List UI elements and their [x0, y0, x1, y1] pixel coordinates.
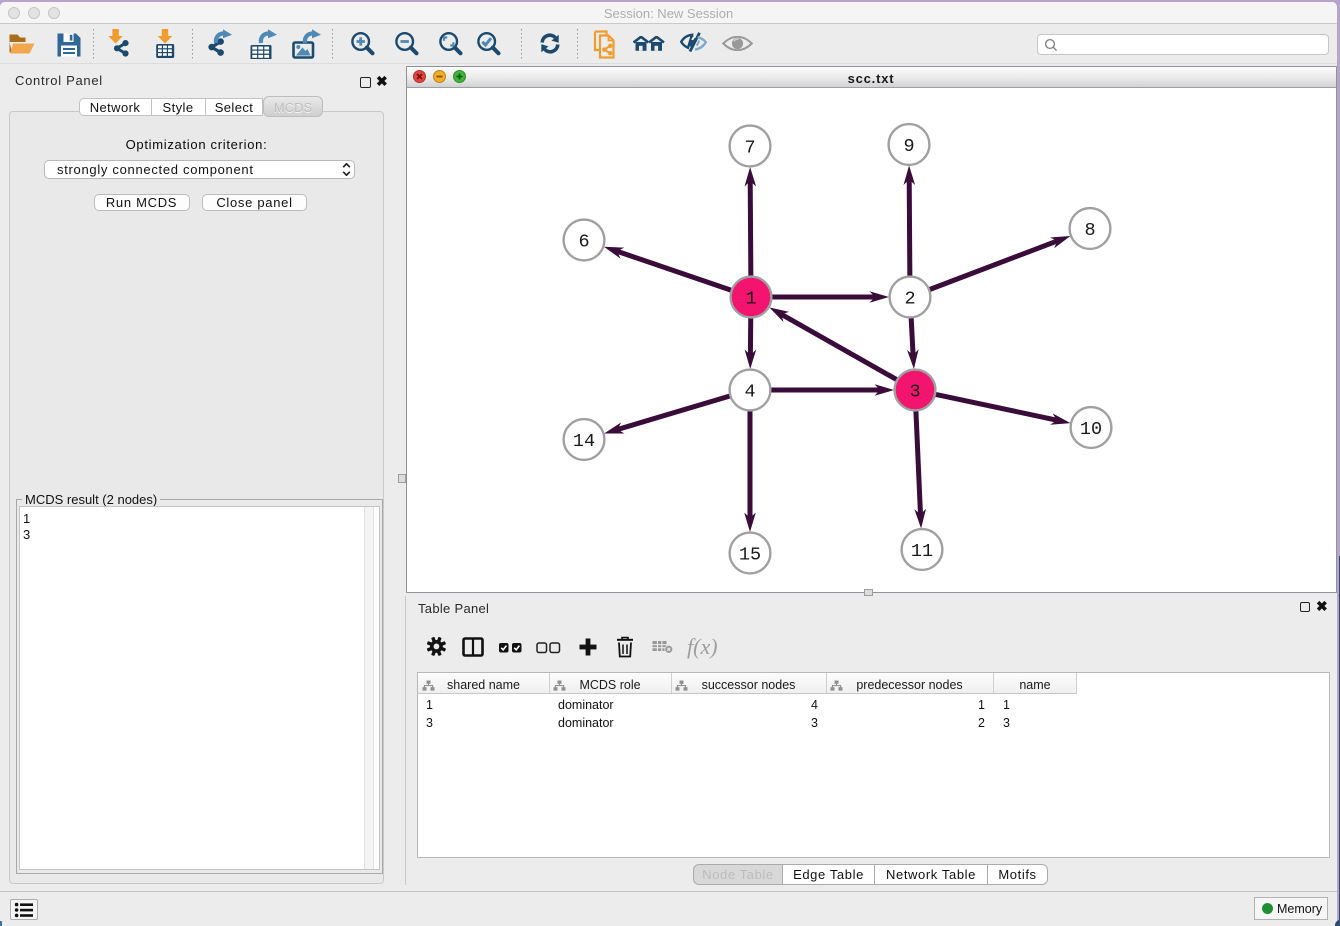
- svg-text:7: 7: [744, 138, 755, 159]
- svg-text:8: 8: [1084, 220, 1095, 241]
- svg-text:10: 10: [1080, 419, 1102, 440]
- svg-text:2: 2: [904, 289, 915, 310]
- svg-text:6: 6: [578, 232, 589, 253]
- svg-text:3: 3: [909, 382, 920, 403]
- svg-text:1: 1: [745, 289, 756, 310]
- svg-text:4: 4: [744, 382, 755, 403]
- svg-text:15: 15: [739, 545, 761, 566]
- svg-text:14: 14: [573, 431, 595, 452]
- svg-text:11: 11: [911, 541, 933, 562]
- svg-text:9: 9: [903, 136, 914, 157]
